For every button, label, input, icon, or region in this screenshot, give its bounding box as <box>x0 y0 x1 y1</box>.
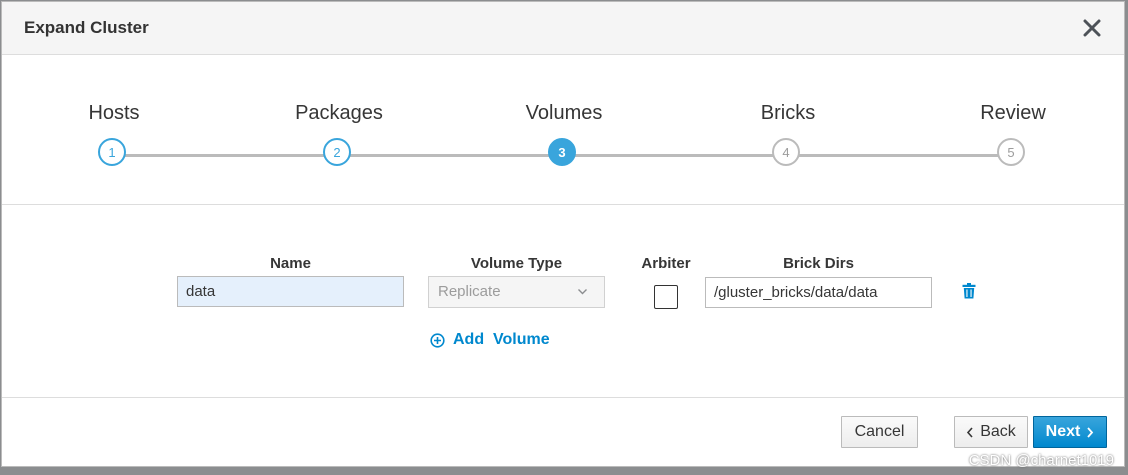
step-label: Bricks <box>760 102 816 124</box>
add-volume-label: Add Volume <box>453 331 550 348</box>
volume-type-value: Replicate <box>438 283 501 300</box>
brick-dirs-column-header: Brick Dirs <box>783 255 854 272</box>
name-column-header: Name <box>270 255 311 272</box>
step-review[interactable]: Review 5 <box>933 55 1093 205</box>
cancel-button[interactable]: Cancel <box>841 416 918 448</box>
close-icon <box>1083 19 1101 37</box>
step-label: Hosts <box>88 102 140 124</box>
step-packages[interactable]: Packages 2 <box>259 55 419 205</box>
dialog-title: Expand Cluster <box>24 18 149 37</box>
step-number: 3 <box>548 138 576 166</box>
wizard-steps: Hosts 1 Packages 2 Volumes 3 Bricks 4 Re… <box>2 55 1124 205</box>
step-number: 4 <box>772 138 800 166</box>
dialog-header: Expand Cluster <box>2 2 1124 55</box>
back-button[interactable]: Back <box>954 416 1028 448</box>
chevron-right-icon <box>1087 426 1094 438</box>
add-volume-link[interactable]: Add Volume <box>430 330 550 350</box>
next-button[interactable]: Next <box>1033 416 1107 448</box>
plus-circle-icon <box>430 332 445 348</box>
step-number: 2 <box>323 138 351 166</box>
step-label: Packages <box>295 102 383 124</box>
brick-dir-input[interactable] <box>705 277 932 308</box>
dialog-footer: Cancel Back Next <box>2 397 1124 467</box>
step-number: 1 <box>98 138 126 166</box>
volume-name-input[interactable] <box>177 276 404 307</box>
step-label: Review <box>980 102 1046 124</box>
volume-type-select[interactable]: Replicate <box>428 276 605 308</box>
chevron-down-icon <box>578 289 587 295</box>
chevron-left-icon <box>967 426 973 438</box>
step-volumes[interactable]: Volumes 3 <box>484 55 644 205</box>
step-hosts[interactable]: Hosts 1 <box>34 55 194 205</box>
step-label: Volumes <box>525 102 603 124</box>
next-label: Next <box>1045 423 1081 440</box>
step-number: 5 <box>997 138 1025 166</box>
close-button[interactable] <box>1078 12 1106 44</box>
back-label: Back <box>980 423 1016 440</box>
step-bricks[interactable]: Bricks 4 <box>708 55 868 205</box>
watermark: CSDN @charnet1019 <box>968 452 1114 469</box>
expand-cluster-dialog: Expand Cluster Hosts 1 Packages 2 Volume… <box>1 1 1125 467</box>
arbiter-column-header: Arbiter <box>641 255 691 272</box>
arbiter-checkbox[interactable] <box>654 285 678 309</box>
volume-type-column-header: Volume Type <box>470 255 563 272</box>
trash-icon[interactable] <box>962 283 976 299</box>
